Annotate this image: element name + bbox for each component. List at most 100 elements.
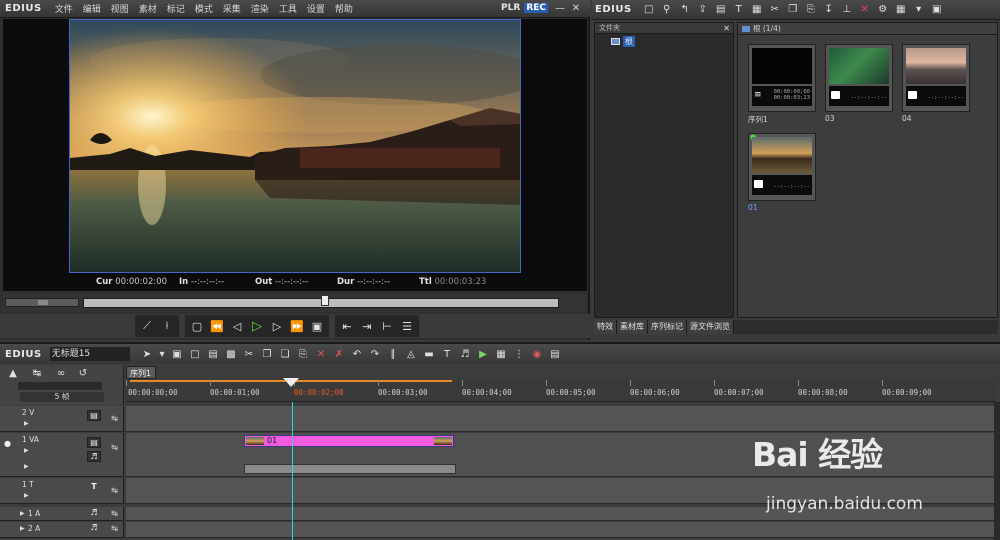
delete-icon[interactable]: ✕ (858, 3, 872, 17)
sync-lock-icon[interactable]: ↹ (111, 524, 118, 533)
clip-04[interactable]: --:--:--:-- (902, 44, 970, 112)
menu-edit[interactable]: 编辑 (78, 2, 106, 15)
render-icon[interactable]: ▶ (476, 347, 490, 361)
sync-lock-icon[interactable]: ↹ (111, 443, 118, 452)
menu-tools[interactable]: 工具 (274, 2, 302, 15)
overwrite-icon[interactable]: ⇥ (357, 317, 377, 335)
bin-window-icon[interactable]: ▣ (930, 3, 944, 17)
plr-button[interactable]: PLR (499, 3, 522, 13)
menu-file[interactable]: 文件 (50, 2, 78, 15)
rec-button[interactable]: REC (524, 3, 548, 13)
zoom-slider[interactable] (18, 382, 102, 390)
audio-clip-01[interactable] (244, 464, 456, 474)
set-out-icon[interactable]: ⟊ (157, 317, 177, 335)
sync-lock-icon[interactable]: ↹ (111, 486, 118, 495)
rubber-band-icon[interactable]: ▬ (422, 347, 436, 361)
view-icon[interactable]: ▦ (894, 3, 908, 17)
menu-marker[interactable]: 标记 (162, 2, 190, 15)
playhead-handle[interactable] (283, 378, 299, 387)
camera-icon[interactable]: ▣ (170, 347, 184, 361)
patch-icon[interactable]: ● (4, 439, 11, 448)
timescale-select[interactable]: 5 帧 (20, 392, 104, 402)
view-dropdown-icon[interactable]: ▾ (912, 3, 926, 17)
grid-icon[interactable]: ▦ (494, 347, 508, 361)
video-toggle-icon[interactable]: ▤ (87, 437, 101, 448)
sync-lock-icon[interactable]: ↹ (111, 509, 118, 518)
shuttle-slider[interactable] (5, 298, 79, 307)
sequence-tab[interactable]: 序列1 (126, 366, 156, 379)
save-project-icon[interactable]: ▩ (224, 347, 238, 361)
track-header-1a[interactable]: ▶ 1 A ♬ ↹ (0, 507, 124, 521)
track-2a[interactable] (126, 522, 994, 538)
title-icon[interactable]: T (732, 3, 746, 17)
expand-icon[interactable]: ▶ (24, 492, 29, 499)
expand-icon[interactable]: ▶ (20, 525, 25, 532)
snap-icon[interactable]: ◬ (404, 347, 418, 361)
color-bar-icon[interactable]: ▦ (750, 3, 764, 17)
timeline-scrollbar[interactable] (994, 402, 1000, 540)
minimize-icon[interactable]: — (554, 3, 566, 15)
layout-icon[interactable]: ▤ (548, 347, 562, 361)
root-folder[interactable]: 根 (611, 36, 733, 47)
menu-settings[interactable]: 设置 (302, 2, 330, 15)
properties-icon[interactable]: ⚙ (876, 3, 890, 17)
copy-icon[interactable]: ❐ (786, 3, 800, 17)
send-to-player-icon[interactable]: ↧ (822, 3, 836, 17)
video-toggle-icon[interactable]: ▤ (87, 410, 101, 421)
menu-view[interactable]: 视图 (106, 2, 134, 15)
audio-icon[interactable]: ♬ (458, 347, 472, 361)
add-to-timeline-icon[interactable]: ⊥ (840, 3, 854, 17)
set-in-icon[interactable]: ⟋ (137, 317, 157, 335)
new-project-icon[interactable]: □ (188, 347, 202, 361)
speaker-icon[interactable]: ♬ (87, 508, 101, 519)
sync-lock-icon[interactable]: ↹ (111, 414, 118, 423)
folder-icon[interactable]: □ (642, 3, 656, 17)
cut-icon[interactable]: ✂ (242, 347, 256, 361)
replace-icon[interactable]: ⊢ (377, 317, 397, 335)
track-height-icon[interactable]: ▲ (6, 366, 20, 380)
group-icon[interactable]: ↺ (76, 366, 90, 380)
tab-effects[interactable]: 特效 (594, 320, 617, 334)
insert-icon[interactable]: ⇤ (337, 317, 357, 335)
replace-icon[interactable]: ⎘ (296, 347, 310, 361)
step-back-icon[interactable]: ◁ (227, 317, 247, 335)
close-icon[interactable]: ✕ (570, 3, 582, 15)
menu-mode[interactable]: 模式 (190, 2, 218, 15)
menu-capture[interactable]: 采集 (218, 2, 246, 15)
copy-icon[interactable]: ❐ (260, 347, 274, 361)
add-clip-icon[interactable]: ⇪ (696, 3, 710, 17)
fast-forward-icon[interactable]: ⏩ (287, 317, 307, 335)
add-cut-icon[interactable]: ∥ (386, 347, 400, 361)
title-track-icon[interactable]: T (87, 482, 101, 493)
track-header-1va[interactable]: ● 1 VA ▶ ▶ ▤ ♬ ↹ (0, 433, 124, 477)
match-frame-icon[interactable]: ☰ (397, 317, 417, 335)
expand-icon[interactable]: ▶ (24, 420, 29, 427)
record-icon[interactable]: ◉ (530, 347, 544, 361)
sync-icon[interactable]: ↹ (30, 366, 44, 380)
tab-sequence-markers[interactable]: 序列标记 (648, 320, 687, 334)
up-folder-icon[interactable]: ↰ (678, 3, 692, 17)
expand-icon[interactable]: ▶ (20, 510, 25, 517)
play-icon[interactable]: ▷ (247, 317, 267, 335)
close-folder-pane-icon[interactable]: ✕ (723, 23, 730, 34)
ripple-delete-icon[interactable]: ✗ (332, 347, 346, 361)
mode-icon[interactable]: ➤ (140, 347, 154, 361)
track-header-2v[interactable]: 2 V ▶ ▤ ↹ (0, 406, 124, 432)
tab-library[interactable]: 素材库 (617, 320, 648, 334)
step-forward-icon[interactable]: ▷ (267, 317, 287, 335)
redo-icon[interactable]: ↷ (368, 347, 382, 361)
link-icon[interactable]: ∞ (54, 366, 68, 380)
paste-icon[interactable]: ❏ (278, 347, 292, 361)
menu-help[interactable]: 帮助 (330, 2, 358, 15)
mode-dropdown-icon[interactable]: ▾ (158, 347, 166, 361)
rewind-icon[interactable]: ⏪ (207, 317, 227, 335)
timeline-clip-01[interactable]: 01 (244, 435, 454, 447)
cut-icon[interactable]: ✂ (768, 3, 782, 17)
clip-03[interactable]: --:--:--:-- (825, 44, 893, 112)
mixer-icon[interactable]: ⋮ (512, 347, 526, 361)
expand-audio-icon[interactable]: ▶ (24, 463, 29, 470)
title-icon[interactable]: T (440, 347, 454, 361)
timeline-ruler[interactable]: 00:00:00;00 00:00:01;00 00:00:02;00 00:0… (126, 380, 996, 402)
tab-source-browser[interactable]: 源文件浏览 (687, 320, 734, 334)
speaker-icon[interactable]: ♬ (87, 451, 101, 462)
